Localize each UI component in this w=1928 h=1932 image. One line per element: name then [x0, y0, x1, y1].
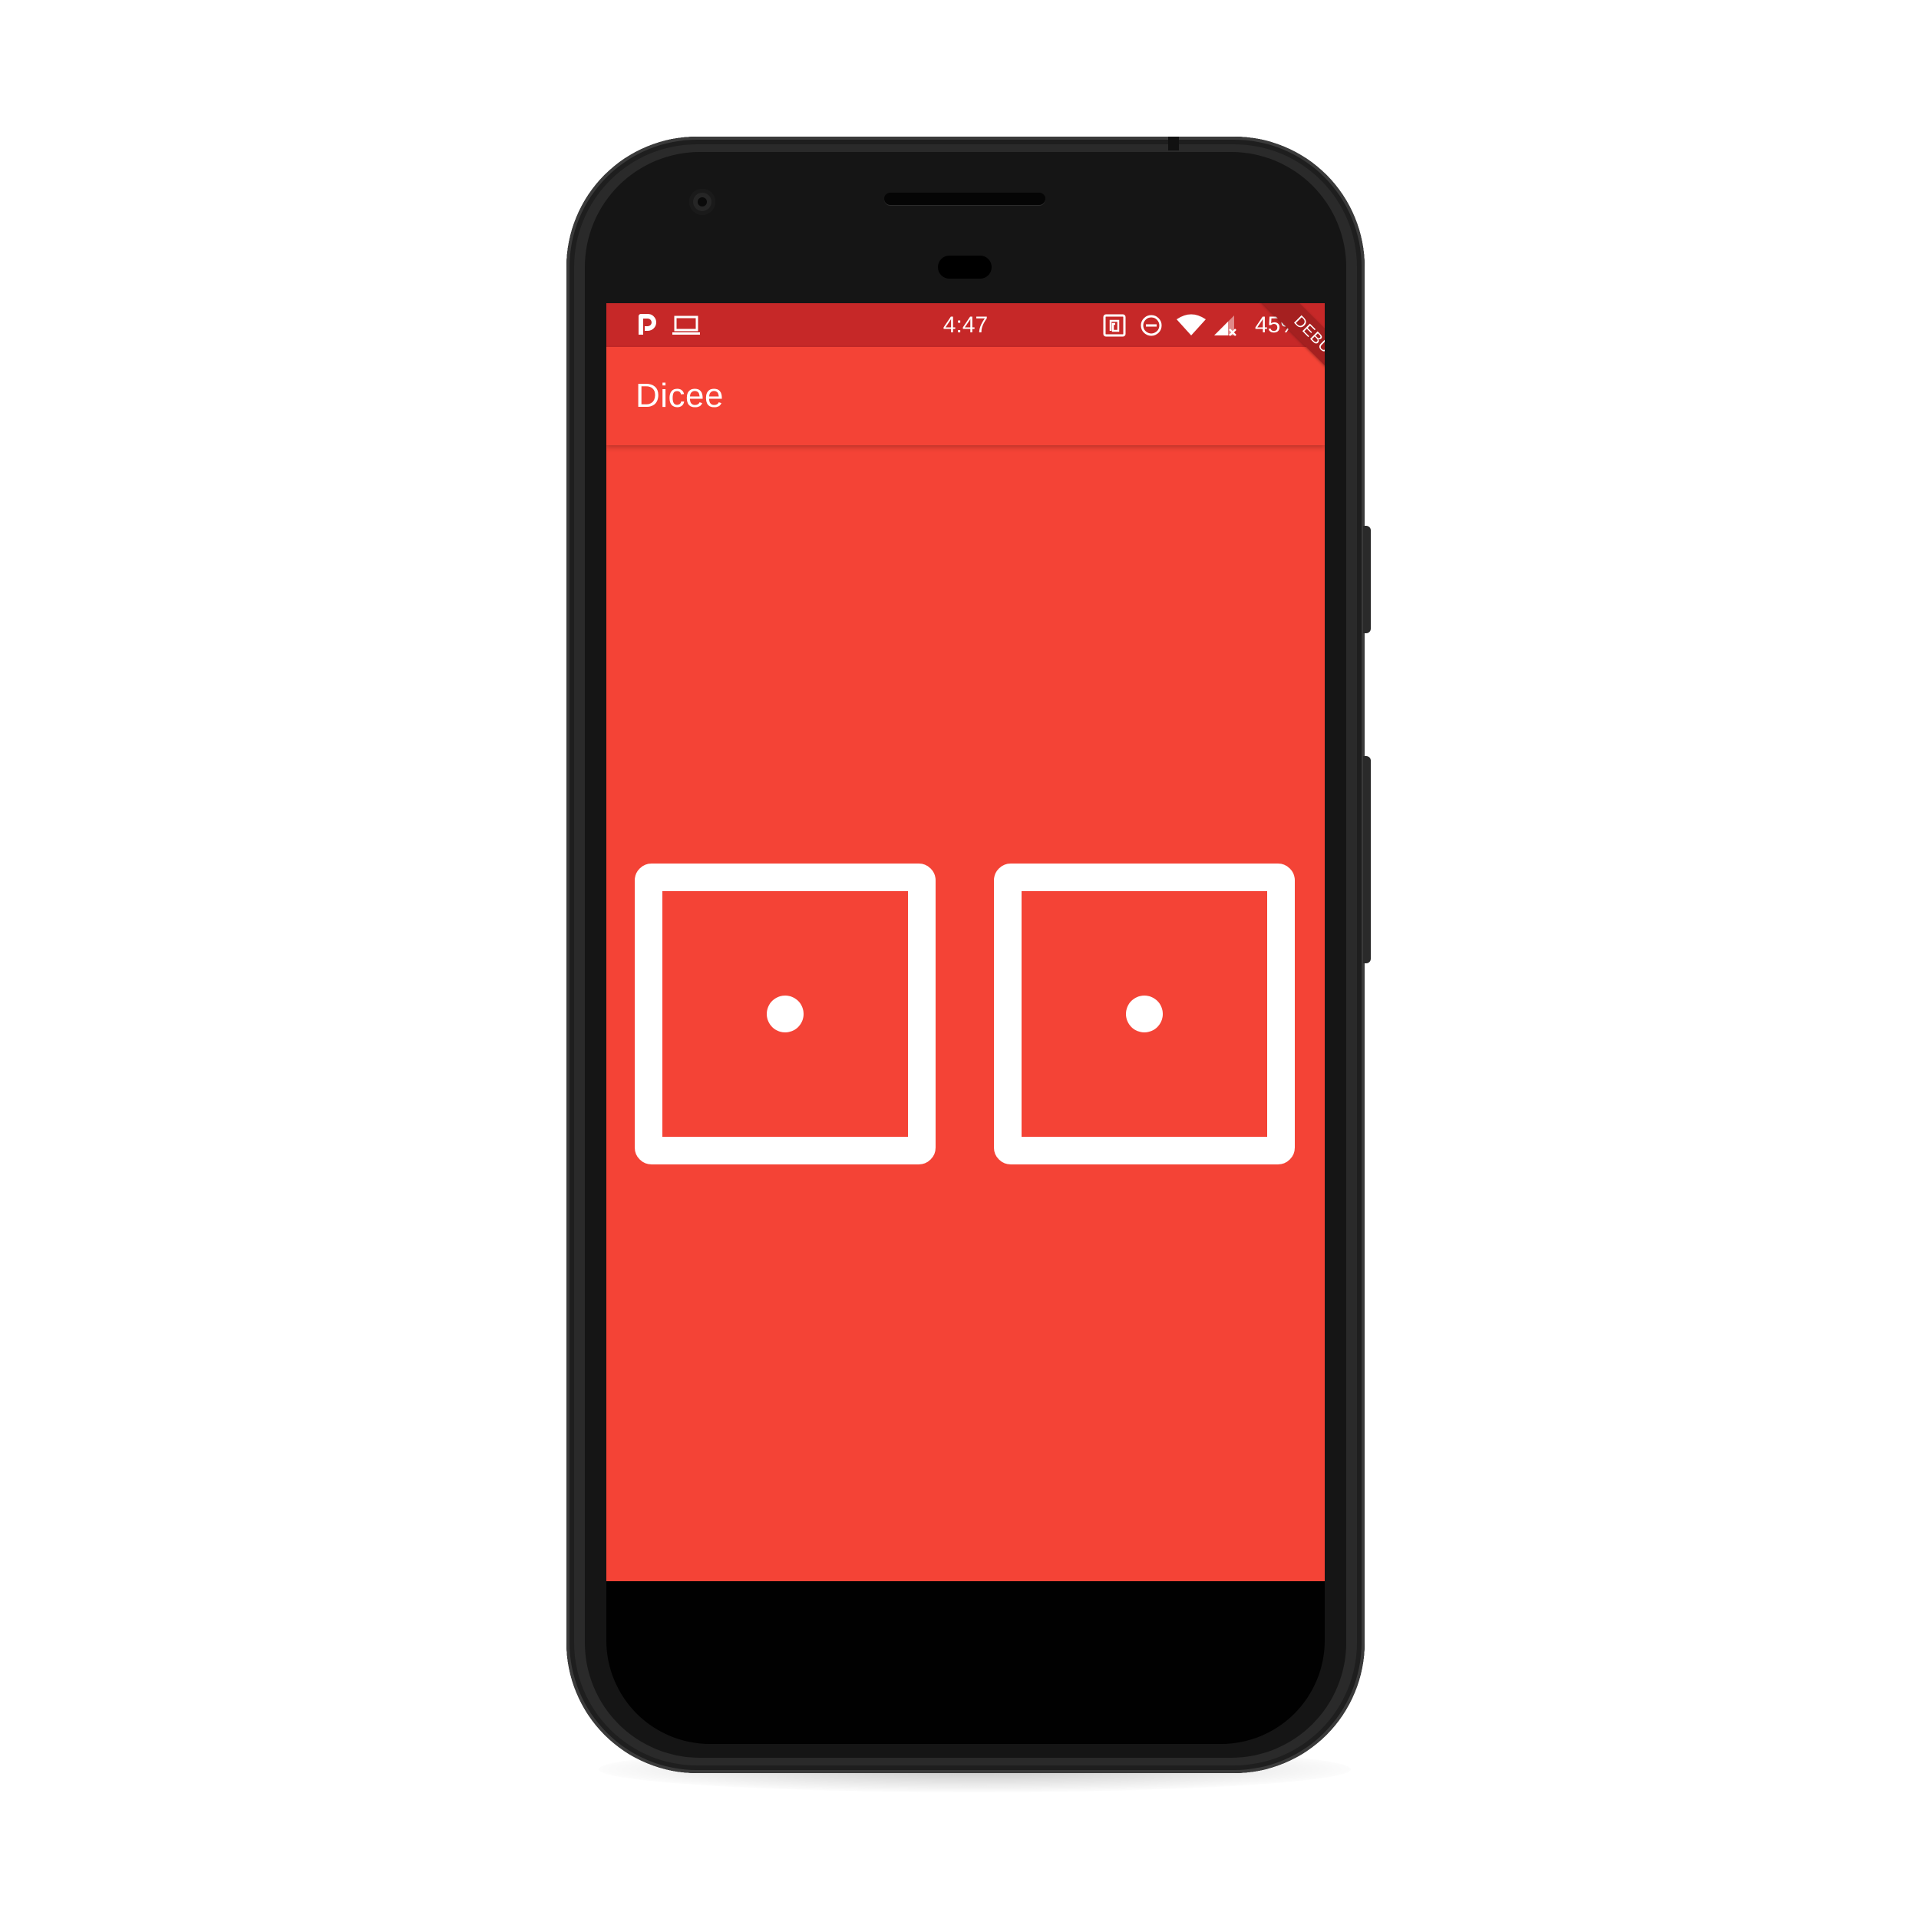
- front-camera-icon: [689, 189, 715, 215]
- wifi-icon: [1175, 303, 1207, 347]
- nfc-icon: [1101, 303, 1127, 347]
- proximity-sensor: [938, 256, 992, 279]
- right-dice-button[interactable]: [994, 864, 1295, 1164]
- app-title: Dicee: [636, 377, 724, 414]
- phone-bottom-bezel: [606, 1581, 1325, 1744]
- left-dice-button[interactable]: [635, 864, 936, 1164]
- app-bar: Dicee: [606, 347, 1325, 445]
- do-not-disturb-icon: [1138, 303, 1164, 347]
- volume-button[interactable]: [1363, 756, 1371, 963]
- earpiece-speaker: [884, 193, 1045, 205]
- phone-antenna-line: [1168, 137, 1179, 150]
- signal-icon: [1212, 303, 1238, 347]
- power-button[interactable]: [1363, 526, 1371, 633]
- dice-one-icon: [994, 864, 1295, 1164]
- dice-one-icon: [635, 864, 936, 1164]
- status-bar: 4:47 45%: [606, 303, 1325, 347]
- app-screen: 4:47 45% Dicee DEBUG: [606, 303, 1325, 1581]
- dice-row: [606, 864, 1325, 1164]
